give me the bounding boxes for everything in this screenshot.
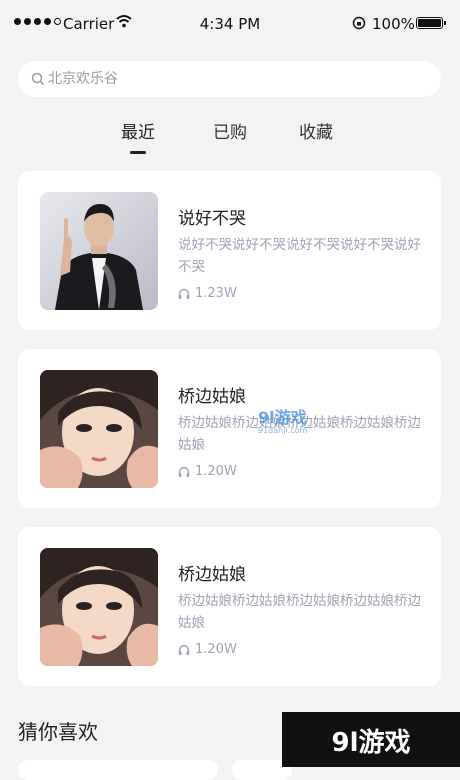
recommend-card[interactable]	[18, 760, 218, 780]
song-description: 说好不哭说好不哭说好不哭说好不哭说好不哭	[178, 237, 421, 275]
headphones-icon	[178, 466, 190, 477]
section-title: 猜你喜欢	[18, 720, 98, 744]
search-input[interactable]	[48, 61, 428, 97]
status-bar: Carrier 4:34 PM 100%	[0, 0, 460, 46]
battery-icon	[416, 17, 446, 29]
search-bar[interactable]	[18, 61, 441, 97]
cover-image	[40, 548, 158, 666]
play-count-value: 1.20W	[195, 464, 237, 479]
tab-purchased[interactable]: 已购	[200, 118, 260, 143]
tab-bar: 最近 已购 收藏	[0, 118, 460, 158]
song-title: 说好不哭	[178, 209, 246, 229]
play-count: 1.20W	[178, 464, 237, 479]
play-count: 1.23W	[178, 286, 237, 301]
tab-recent[interactable]: 最近	[108, 118, 168, 143]
headphones-icon	[178, 644, 190, 655]
play-count-value: 1.20W	[195, 642, 237, 657]
corner-watermark-text: 9l游戏	[331, 728, 411, 758]
song-title: 桥边姑娘	[178, 565, 246, 585]
search-icon	[31, 72, 45, 86]
watermark-text: 9l游戏	[258, 408, 307, 427]
cover-image	[40, 192, 158, 310]
list-item[interactable]: 桥边姑娘 桥边姑娘桥边姑娘桥边姑娘桥边姑娘桥边姑娘 1.20W	[18, 527, 441, 686]
list-item[interactable]: 说好不哭 说好不哭说好不哭说好不哭说好不哭说好不哭 1.23W	[18, 171, 441, 330]
list-item[interactable]: 桥边姑娘 桥边姑娘桥边姑娘桥边姑娘桥边姑娘桥边姑娘 1.20W	[18, 349, 441, 508]
headphones-icon	[178, 288, 190, 299]
song-title: 桥边姑娘	[178, 387, 246, 407]
tab-favorites[interactable]: 收藏	[286, 118, 346, 143]
play-count: 1.20W	[178, 642, 237, 657]
cover-image	[40, 370, 158, 488]
watermark-subtext: 91danji.com	[258, 426, 308, 435]
play-count-value: 1.23W	[195, 286, 237, 301]
battery-percent: 100%	[372, 15, 415, 33]
song-description: 桥边姑娘桥边姑娘桥边姑娘桥边姑娘桥边姑娘	[178, 593, 421, 631]
active-tab-indicator	[130, 151, 146, 154]
rotation-lock-icon	[352, 16, 366, 30]
watermark: 9l游戏 91danji.com	[258, 404, 307, 435]
corner-watermark: 9l游戏	[282, 712, 460, 767]
